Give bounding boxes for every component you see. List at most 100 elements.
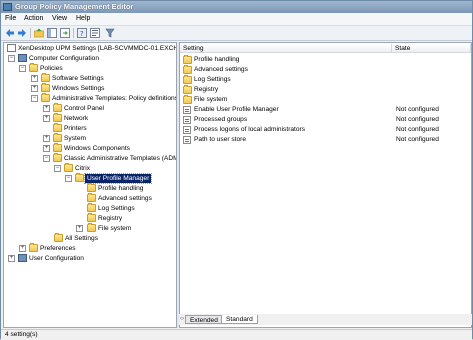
tree-node-policies[interactable]: − Policies bbox=[4, 63, 176, 73]
expand-icon[interactable]: + bbox=[31, 75, 38, 82]
list-item[interactable]: File system bbox=[180, 95, 471, 105]
tree-node-all-settings[interactable]: All Settings bbox=[4, 233, 176, 243]
tree-node-registry[interactable]: Registry bbox=[4, 213, 176, 223]
collapse-icon[interactable]: − bbox=[65, 175, 72, 182]
column-header-setting[interactable]: Setting bbox=[180, 44, 392, 53]
expand-icon[interactable]: + bbox=[8, 255, 15, 262]
tree-node-user-profile-manager[interactable]: − User Profile Manager bbox=[4, 173, 176, 184]
policy-setting-icon bbox=[183, 106, 191, 114]
tree-label: Administrative Templates: Policy definit… bbox=[52, 95, 177, 102]
tree-node-windows-components[interactable]: + Windows Components bbox=[4, 143, 176, 153]
setting-state: Not configured bbox=[396, 106, 439, 113]
tree-label: Preferences bbox=[40, 245, 76, 252]
collapse-icon[interactable]: − bbox=[31, 95, 38, 102]
folder-icon bbox=[29, 243, 38, 252]
folder-icon bbox=[29, 63, 38, 72]
tree-node-administrative-templates[interactable]: − Administrative Templates: Policy defin… bbox=[4, 93, 177, 103]
window-title: Group Policy Management Editor bbox=[15, 2, 134, 11]
expand-icon[interactable]: + bbox=[43, 115, 50, 122]
menu-view[interactable]: View bbox=[52, 15, 67, 22]
menu-action[interactable]: Action bbox=[24, 15, 43, 22]
setting-row[interactable]: Path to user store Not configured bbox=[180, 135, 471, 145]
item-name: Advanced settings bbox=[194, 66, 248, 73]
setting-row[interactable]: Enable User Profile Manager Not configur… bbox=[180, 105, 471, 115]
tree-node-network[interactable]: + Network bbox=[4, 113, 176, 123]
back-icon[interactable] bbox=[5, 28, 15, 38]
folder-icon bbox=[87, 213, 96, 222]
tree-node-system[interactable]: + System bbox=[4, 133, 176, 143]
gpo-icon bbox=[7, 44, 16, 52]
collapse-icon[interactable]: − bbox=[19, 65, 26, 72]
tree-label: Profile handling bbox=[98, 185, 144, 192]
list-item[interactable]: Registry bbox=[180, 85, 471, 95]
expand-icon[interactable]: + bbox=[31, 85, 38, 92]
menu-file[interactable]: File bbox=[5, 15, 16, 22]
setting-name: Process logons of local administrators bbox=[194, 126, 306, 133]
tree-node-citrix[interactable]: − Citrix bbox=[4, 163, 176, 173]
menu-help[interactable]: Help bbox=[76, 15, 90, 22]
collapse-icon[interactable]: − bbox=[54, 165, 61, 172]
show-hide-tree-icon[interactable] bbox=[47, 28, 57, 38]
tree-node-computer-configuration[interactable]: − Computer Configuration bbox=[4, 54, 176, 63]
tree-label: Advanced settings bbox=[98, 195, 152, 202]
folder-icon bbox=[53, 143, 62, 152]
tree-node-file-system[interactable]: + File system bbox=[4, 223, 176, 233]
expand-icon[interactable]: + bbox=[43, 135, 50, 142]
status-bar: 4 setting(s) bbox=[1, 329, 472, 340]
folder-icon bbox=[41, 83, 50, 92]
folder-icon bbox=[183, 75, 192, 84]
expand-icon[interactable]: + bbox=[19, 245, 26, 252]
folder-icon bbox=[53, 133, 62, 142]
tree-label: XenDesktop UPM Settings [LAB-SCVMMDC-01.… bbox=[18, 45, 177, 52]
export-icon[interactable] bbox=[60, 28, 70, 38]
collapse-icon[interactable]: − bbox=[43, 155, 50, 162]
forward-icon[interactable] bbox=[17, 28, 27, 38]
properties-icon[interactable] bbox=[90, 28, 100, 38]
setting-row[interactable]: Process logons of local administrators N… bbox=[180, 125, 471, 135]
tree-node-windows-settings[interactable]: + Windows Settings bbox=[4, 83, 176, 93]
tree-node-control-panel[interactable]: + Control Panel bbox=[4, 103, 176, 113]
folder-icon bbox=[183, 85, 192, 94]
menu-bar: File Action View Help bbox=[1, 13, 472, 26]
setting-row[interactable]: Processed groups Not configured bbox=[180, 115, 471, 125]
tab-extended[interactable]: Extended bbox=[185, 315, 223, 324]
tab-scroll-icon[interactable]: ‹› bbox=[180, 316, 184, 322]
help-icon[interactable]: ? bbox=[77, 28, 87, 38]
tree-label: Citrix bbox=[75, 165, 91, 172]
folder-icon bbox=[53, 123, 62, 132]
folder-icon bbox=[87, 193, 96, 202]
tree-node-preferences[interactable]: + Preferences bbox=[4, 243, 176, 253]
title-bar[interactable]: Group Policy Management Editor bbox=[1, 1, 472, 13]
list-item[interactable]: Profile handling bbox=[180, 55, 471, 65]
details-pane[interactable]: Setting State Profile handling Advanced … bbox=[179, 42, 472, 328]
tree-node-user-configuration[interactable]: + User Configuration bbox=[4, 254, 176, 263]
item-name: File system bbox=[194, 96, 228, 103]
item-name: Profile handling bbox=[194, 56, 240, 63]
tree-node-software-settings[interactable]: + Software Settings bbox=[4, 73, 176, 83]
column-header-state[interactable]: State bbox=[392, 44, 471, 53]
list-item[interactable]: Log Settings bbox=[180, 75, 471, 85]
tree-label: Computer Configuration bbox=[29, 55, 100, 62]
tree-node-profile-handling[interactable]: Profile handling bbox=[4, 183, 176, 193]
tree-label: Software Settings bbox=[52, 75, 104, 82]
folder-icon bbox=[64, 163, 73, 172]
expand-icon[interactable]: + bbox=[43, 145, 50, 152]
toolbar: ? bbox=[1, 26, 472, 41]
console-tree[interactable]: XenDesktop UPM Settings [LAB-SCVMMDC-01.… bbox=[3, 42, 177, 328]
tab-standard[interactable]: Standard bbox=[221, 315, 258, 324]
list-item[interactable]: Advanced settings bbox=[180, 65, 471, 75]
tree-label: Classic Administrative Templates (ADM) bbox=[64, 155, 177, 162]
tree-node-advanced-settings[interactable]: Advanced settings bbox=[4, 193, 176, 203]
expand-icon[interactable]: + bbox=[76, 225, 83, 232]
tree-node-root[interactable]: XenDesktop UPM Settings [LAB-SCVMMDC-01.… bbox=[4, 44, 176, 53]
tree-label: Log Settings bbox=[98, 205, 135, 212]
tree-node-log-settings[interactable]: Log Settings bbox=[4, 203, 176, 213]
filter-icon[interactable] bbox=[105, 28, 115, 38]
tree-node-classic-admin-templates[interactable]: − Classic Administrative Templates (ADM) bbox=[4, 153, 177, 163]
item-name: Registry bbox=[194, 86, 219, 93]
collapse-icon[interactable]: − bbox=[8, 55, 15, 62]
toolbar-separator bbox=[73, 28, 74, 38]
tree-node-printers[interactable]: Printers bbox=[4, 123, 176, 133]
up-folder-icon[interactable] bbox=[34, 28, 44, 38]
expand-icon[interactable]: + bbox=[43, 105, 50, 112]
